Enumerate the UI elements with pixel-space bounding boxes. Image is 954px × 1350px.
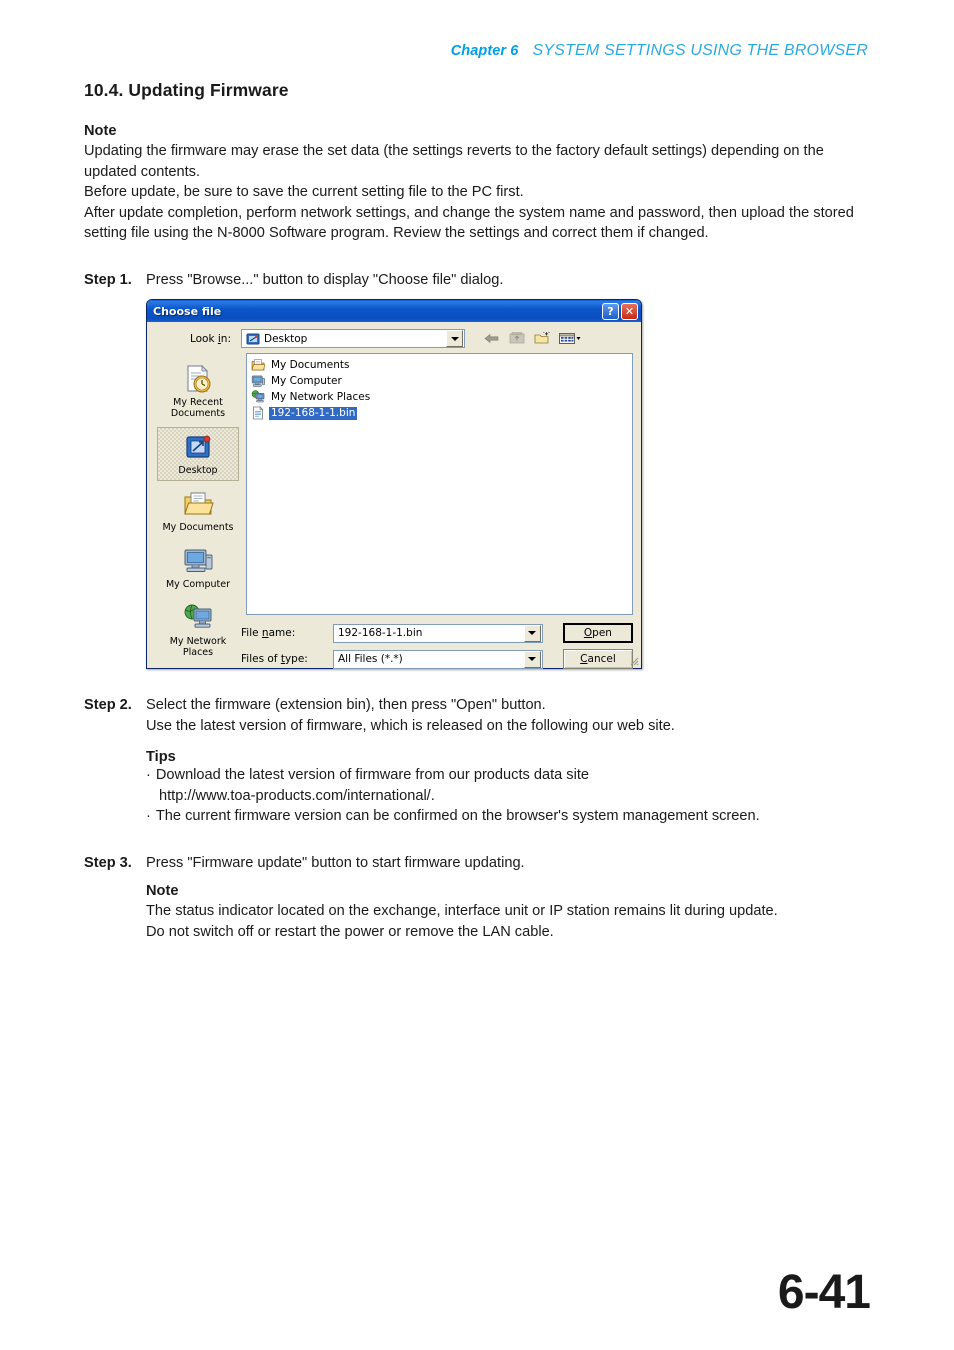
help-icon[interactable]: ? <box>602 302 619 320</box>
choose-file-dialog: Choose file ? ✕ Look in: Desktop My Rece… <box>146 299 642 669</box>
step-3-note-line-1: The status indicator located on the exch… <box>146 903 778 919</box>
tips-bullet-1: · Download the latest version of firmwar… <box>146 765 870 786</box>
list-item[interactable]: My Network Places <box>249 389 630 405</box>
step-1-text: Press "Browse..." button to display "Cho… <box>146 271 504 288</box>
desktop-folder-icon <box>246 332 260 346</box>
my-documents-icon <box>158 488 238 520</box>
chapter-title: SYSTEM SETTINGS USING THE BROWSER <box>532 42 868 59</box>
step-3-note-heading: Note <box>146 883 179 899</box>
place-item-desktop[interactable]: Desktop <box>157 427 239 481</box>
computer-icon <box>251 374 265 388</box>
look-in-label: Look in: <box>189 332 231 345</box>
tips-bullet-1-continuation: http://www.toa-products.com/internationa… <box>159 786 870 807</box>
open-button[interactable]: Open <box>562 623 633 643</box>
up-folder-icon[interactable] <box>508 330 526 347</box>
step-3-text: Press "Firmware update" button to start … <box>146 854 525 871</box>
look-in-value: Desktop <box>264 332 308 345</box>
tips-block: Tips · Download the latest version of fi… <box>146 749 870 827</box>
place-label: My Computer <box>165 579 231 590</box>
note-block-step3: Note The status indicator located on the… <box>146 883 870 942</box>
look-in-combobox[interactable]: Desktop <box>241 329 465 348</box>
running-header: Chapter 6 SYSTEM SETTINGS USING THE BROW… <box>451 42 868 60</box>
folder-documents-icon <box>251 358 266 372</box>
close-icon[interactable]: ✕ <box>621 302 638 320</box>
chevron-down-icon[interactable] <box>446 330 463 347</box>
place-item-my-documents[interactable]: My Documents <box>157 484 239 538</box>
network-icon <box>251 390 265 404</box>
note-heading: Note <box>84 123 117 139</box>
step-2-text: Select the firmware (extension bin), the… <box>146 697 546 713</box>
files-of-type-value: All Files (*.*) <box>338 653 403 665</box>
place-item-my-computer[interactable]: My Computer <box>157 541 239 595</box>
place-label: My Documents <box>162 522 234 533</box>
chevron-down-icon[interactable] <box>523 650 541 668</box>
list-item-label: 192-168-1-1.bin <box>269 406 358 420</box>
list-item-label: My Computer <box>271 374 342 387</box>
places-bar: My Recent Documents Desktop My Documents… <box>155 353 241 658</box>
bin-file-icon <box>251 406 265 420</box>
dialog-title: Choose file <box>153 304 222 318</box>
files-of-type-label: Files of type: <box>241 653 308 665</box>
dialog-titlebar: Choose file ? ✕ <box>147 300 641 322</box>
chapter-label: Chapter 6 <box>450 43 519 59</box>
note-line-1: Updating the firmware may erase the set … <box>84 143 824 180</box>
bullet-marker-icon: · <box>146 767 151 783</box>
step-2: Step 2. Select the firmware (extension b… <box>84 695 870 716</box>
new-folder-icon[interactable] <box>533 330 551 347</box>
tips-heading: Tips <box>146 749 176 765</box>
my-computer-icon <box>158 545 238 577</box>
cancel-button[interactable]: Cancel <box>562 649 633 669</box>
recent-documents-icon <box>158 363 238 395</box>
list-item-label: My Documents <box>271 358 350 371</box>
place-label: My Recent Documents <box>170 397 226 419</box>
tips-url: http://www.toa-products.com/internationa… <box>159 787 435 804</box>
tips-bullet-2: · The current firmware version can be co… <box>146 806 870 827</box>
tips-bullet-2-text: The current firmware version can be conf… <box>155 808 760 824</box>
note-line-2: Before update, be sure to save the curre… <box>84 184 524 200</box>
dialog-toolbar <box>483 330 582 347</box>
page-title: 10.4. Updating Firmware <box>84 80 289 100</box>
note-block-top: Note Updating the firmware may erase the… <box>84 123 870 244</box>
step-1: Step 1. Press "Browse..." button to disp… <box>84 270 870 291</box>
list-item[interactable]: 192-168-1-1.bin <box>249 405 630 421</box>
file-name-input[interactable]: 192-168-1-1.bin <box>333 623 543 643</box>
list-item-label: My Network Places <box>271 390 371 403</box>
step-3: Step 3. Press "Firmware update" button t… <box>84 853 870 874</box>
dialog-main-area: My Recent Documents Desktop My Documents… <box>147 353 641 658</box>
list-item[interactable]: My Computer <box>249 373 630 389</box>
files-of-type-combobox[interactable]: All Files (*.*) <box>333 649 543 669</box>
step-1-label: Step 1. <box>84 271 132 288</box>
look-in-row: Look in: Desktop <box>147 322 641 353</box>
file-name-value: 192-168-1-1.bin <box>338 627 423 639</box>
step-3-note-line-2: Do not switch off or restart the power o… <box>146 923 554 940</box>
chevron-down-icon[interactable] <box>523 624 541 642</box>
file-name-label: File name: <box>241 627 296 639</box>
back-arrow-icon[interactable] <box>483 330 501 347</box>
desktop-icon <box>158 431 238 463</box>
place-label: Desktop <box>178 465 218 476</box>
step-3-label: Step 3. <box>84 854 132 871</box>
note-line-3: After update completion, perform network… <box>84 204 854 242</box>
resize-grip[interactable] <box>627 654 639 666</box>
step-2-label: Step 2. <box>84 697 132 713</box>
place-item-my-recent-documents[interactable]: My Recent Documents <box>157 359 239 424</box>
views-icon[interactable] <box>558 330 582 347</box>
tips-bullet-1-text: Download the latest version of firmware … <box>155 767 590 783</box>
step-2-text-2: Use the latest version of firmware, whic… <box>146 717 675 734</box>
list-item[interactable]: My Documents <box>249 357 630 373</box>
bullet-marker-icon: · <box>146 808 151 824</box>
page-number: 6-41 <box>777 1266 871 1319</box>
file-list[interactable]: My Documents My Computer My Network Plac… <box>246 353 633 615</box>
